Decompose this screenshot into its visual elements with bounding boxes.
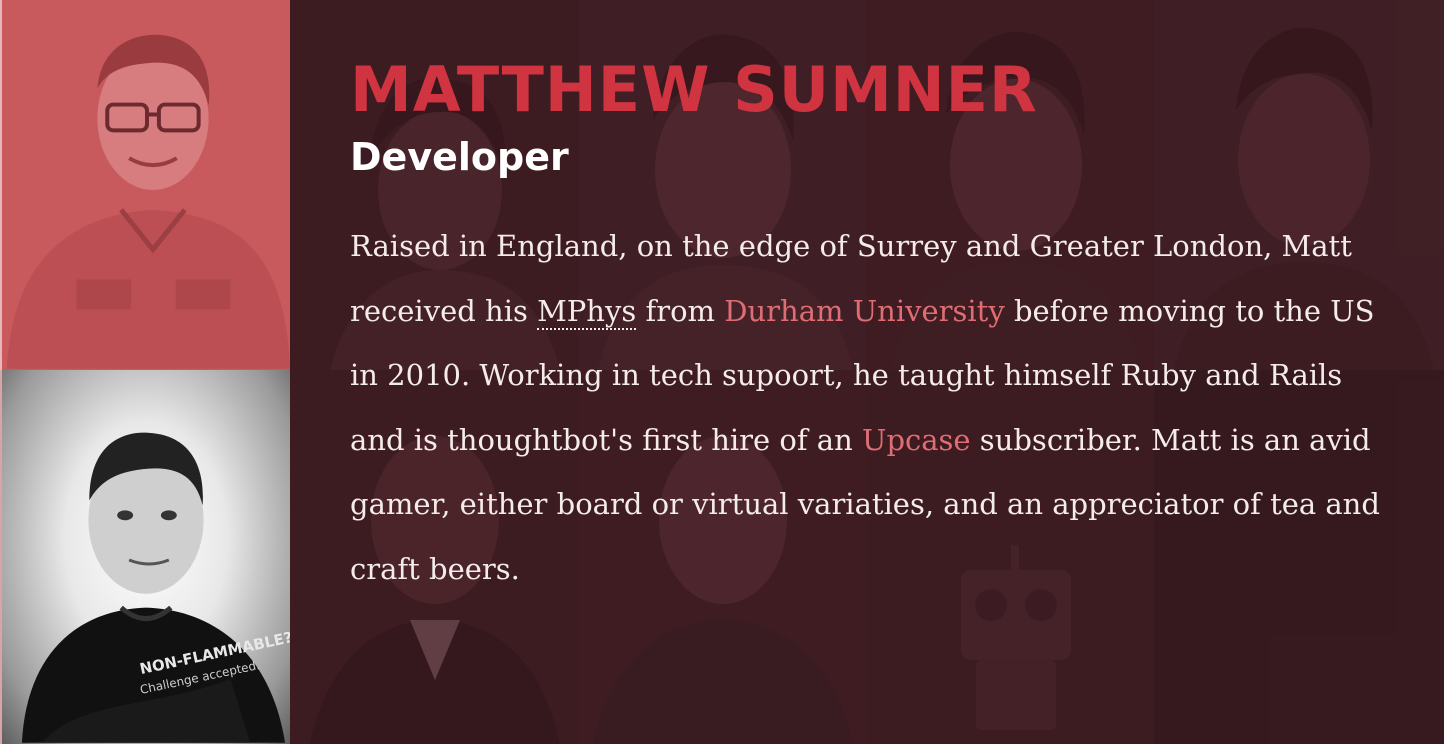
- mphys-abbreviation[interactable]: MPhys: [537, 293, 637, 330]
- portrait-photo: [0, 0, 290, 370]
- portrait-photo: NON-FLAMMABLE? Challenge accepted.: [0, 370, 290, 744]
- upcase-link[interactable]: Upcase: [862, 423, 971, 457]
- bio-paragraph: Raised in England, on the edge of Surrey…: [350, 214, 1380, 601]
- bio-text-part: from: [636, 293, 725, 328]
- durham-university-link[interactable]: Durham University: [724, 294, 1004, 328]
- bio-section: MATTHEW SUMNER Developer Raised in Engla…: [350, 52, 1390, 601]
- member-name: MATTHEW SUMNER: [350, 53, 1038, 126]
- member-role: Developer: [350, 135, 569, 179]
- team-member-panel: NON-FLAMMABLE? Challenge accepted. MATTH…: [0, 0, 1444, 744]
